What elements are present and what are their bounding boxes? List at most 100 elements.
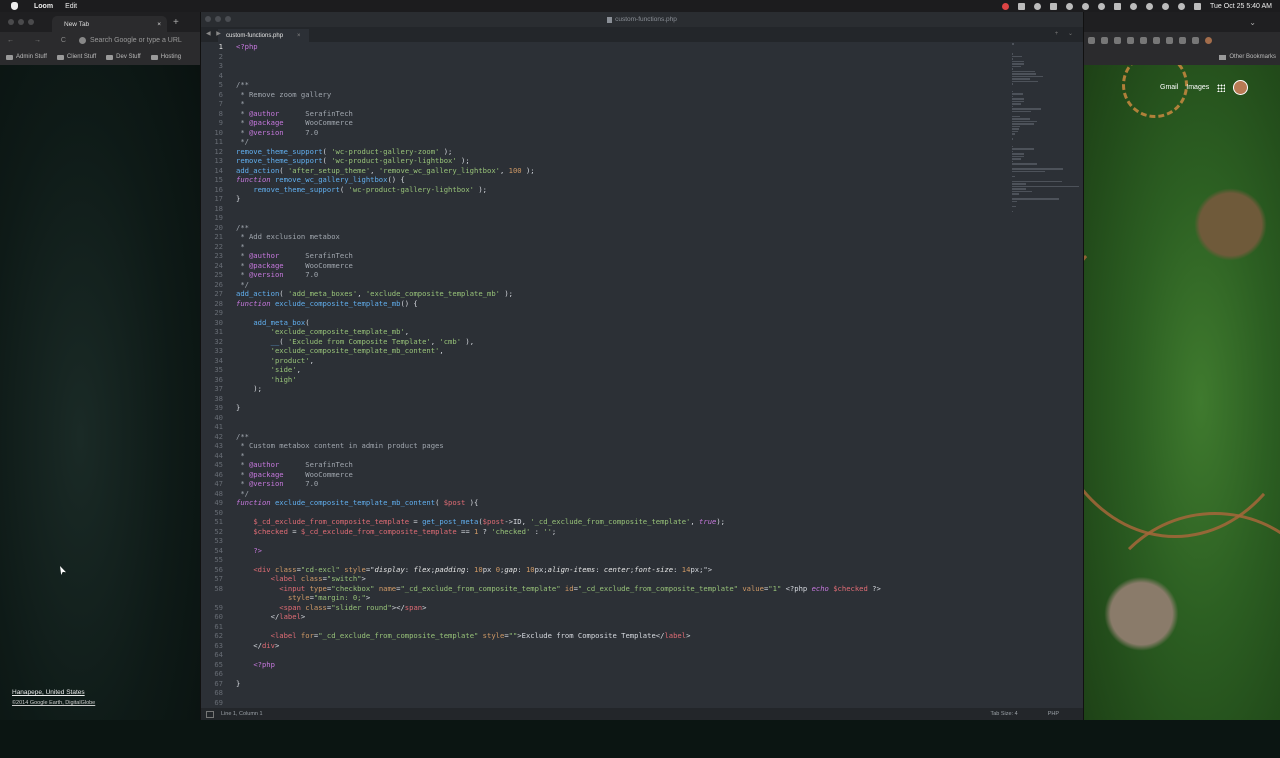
headphones-icon[interactable] [1130, 3, 1137, 10]
code-line[interactable]: 52 $checked = $_cd_exclude_from_composit… [201, 527, 1008, 537]
chevron-down-icon[interactable]: ⌄ [1249, 18, 1256, 27]
code-line[interactable]: 28function exclude_composite_template_mb… [201, 299, 1008, 309]
apps-grid-icon[interactable] [1217, 84, 1225, 92]
search-icon[interactable] [1178, 3, 1185, 10]
code-line[interactable]: 62 <label for="_cd_exclude_from_composit… [201, 631, 1008, 641]
extension-icon[interactable] [1114, 37, 1121, 44]
star-icon[interactable] [1101, 37, 1108, 44]
tab-nav-arrows[interactable]: ◀ ▶ [206, 30, 223, 37]
code-line[interactable]: 29 [201, 308, 1008, 318]
apple-icon[interactable] [11, 2, 18, 10]
code-line[interactable]: 37 ); [201, 384, 1008, 394]
earth-location-link[interactable]: Hanapepe, United States [12, 688, 95, 698]
profile-avatar[interactable] [1205, 37, 1212, 44]
bookmark-folder[interactable]: Client Stuff [57, 54, 96, 60]
cursor-position[interactable]: Line 1, Column 1 [221, 711, 263, 717]
code-line[interactable]: 16 remove_theme_support( 'wc-product-gal… [201, 185, 1008, 195]
code-line[interactable]: 51 $_cd_exclude_from_composite_template … [201, 517, 1008, 527]
code-line[interactable]: 64 [201, 650, 1008, 660]
moon-icon[interactable] [1098, 3, 1105, 10]
menubar-app-name[interactable]: Loom [34, 3, 53, 10]
window-icon[interactable] [1050, 3, 1057, 10]
code-line[interactable]: 48 */ [201, 489, 1008, 499]
code-line[interactable]: 18 [201, 204, 1008, 214]
code-line[interactable]: 58 <input type="checkbox" name="_cd_excl… [201, 584, 1008, 594]
code-line[interactable]: 24 * @package WooCommerce [201, 261, 1008, 271]
code-line[interactable]: 1<?php [201, 42, 1008, 52]
close-tab-icon[interactable]: × [297, 33, 301, 39]
code-line[interactable]: 4 [201, 71, 1008, 81]
code-line[interactable]: 63 </div> [201, 641, 1008, 651]
sidebar-toggle-icon[interactable] [206, 711, 214, 718]
code-line[interactable]: 57 <label class="switch"> [201, 574, 1008, 584]
code-line[interactable]: 6 * Remove zoom gallery [201, 90, 1008, 100]
code-line[interactable]: 42/** [201, 432, 1008, 442]
code-line[interactable]: 32 __( 'Exclude from Composite Template'… [201, 337, 1008, 347]
dropbox-icon[interactable] [1034, 3, 1041, 10]
sidebar-icon[interactable] [1192, 37, 1199, 44]
account-avatar[interactable] [1233, 80, 1248, 95]
code-line[interactable]: 12remove_theme_support( 'wc-product-gall… [201, 147, 1008, 157]
code-line[interactable]: 69 [201, 698, 1008, 708]
code-line[interactable]: 14add_action( 'after_setup_theme', 'remo… [201, 166, 1008, 176]
code-line[interactable]: 9 * @package WooCommerce [201, 118, 1008, 128]
extension-icon[interactable] [1166, 37, 1173, 44]
extension-icon[interactable] [1127, 37, 1134, 44]
code-line[interactable]: 17} [201, 194, 1008, 204]
menubar-edit[interactable]: Edit [65, 3, 77, 10]
code-line[interactable]: 7 * [201, 99, 1008, 109]
share-icon[interactable] [1088, 37, 1095, 44]
code-line[interactable]: 5/** [201, 80, 1008, 90]
gear-icon[interactable] [1082, 3, 1089, 10]
code-line[interactable]: 26 */ [201, 280, 1008, 290]
circle-icon[interactable] [1066, 3, 1073, 10]
close-window-button[interactable] [8, 19, 14, 25]
code-line[interactable]: 50 [201, 508, 1008, 518]
calendar-icon[interactable] [1114, 3, 1121, 10]
zoom-window-button[interactable] [225, 16, 231, 22]
extension-icon[interactable] [1153, 37, 1160, 44]
code-line[interactable]: 41 [201, 422, 1008, 432]
code-line[interactable]: 25 * @version 7.0 [201, 270, 1008, 280]
omnibox[interactable]: Search Google or type a URL [79, 37, 182, 44]
earth-copyright[interactable]: ©2014 Google Earth, DigitalGlobe [12, 698, 95, 708]
control-center-icon[interactable] [1194, 3, 1201, 10]
code-line[interactable]: 49function exclude_composite_template_mb… [201, 498, 1008, 508]
square-icon[interactable] [1018, 3, 1025, 10]
omnibox-placeholder[interactable]: Search Google or type a URL [90, 37, 182, 44]
code-line[interactable]: 35 'side', [201, 365, 1008, 375]
puzzle-icon[interactable] [1179, 37, 1186, 44]
code-line[interactable]: 23 * @author SerafinTech [201, 251, 1008, 261]
code-line[interactable]: 47 * @version 7.0 [201, 479, 1008, 489]
code-line[interactable]: 59 <span class="slider round"></span> [201, 603, 1008, 613]
code-line[interactable]: 13remove_theme_support( 'wc-product-gall… [201, 156, 1008, 166]
code-line[interactable]: 61 [201, 622, 1008, 632]
wifi-icon[interactable] [1162, 3, 1169, 10]
code-line[interactable]: 66 [201, 669, 1008, 679]
bookmark-folder[interactable]: Hosting [151, 54, 181, 60]
code-line[interactable]: 22 * [201, 242, 1008, 252]
record-icon[interactable] [1002, 3, 1009, 10]
bookmark-folder[interactable]: Dev Stuff [106, 54, 141, 60]
code-line[interactable]: 21 * Add exclusion metabox [201, 232, 1008, 242]
code-line[interactable]: 19 [201, 213, 1008, 223]
close-window-button[interactable] [205, 16, 211, 22]
code-line[interactable]: 30 add_meta_box( [201, 318, 1008, 328]
code-line[interactable]: 68 [201, 688, 1008, 698]
code-line[interactable]: 27add_action( 'add_meta_boxes', 'exclude… [201, 289, 1008, 299]
code-area[interactable]: 1<?php2345/**6 * Remove zoom gallery7 *8… [201, 42, 1008, 708]
code-line[interactable]: 3 [201, 61, 1008, 71]
code-line[interactable]: 44 * [201, 451, 1008, 461]
code-line[interactable]: 56 <div class="cd-excl" style="display: … [201, 565, 1008, 575]
code-line[interactable]: 60 </label> [201, 612, 1008, 622]
code-line[interactable]: 10 * @version 7.0 [201, 128, 1008, 138]
code-line[interactable]: 54 ?> [201, 546, 1008, 556]
code-line[interactable]: 8 * @author SerafinTech [201, 109, 1008, 119]
code-line[interactable]: 43 * Custom metabox content in admin pro… [201, 441, 1008, 451]
code-line[interactable]: 2 [201, 52, 1008, 62]
syntax-language[interactable]: PHP [1048, 711, 1059, 717]
code-line[interactable]: 67} [201, 679, 1008, 689]
code-line[interactable]: 31 'exclude_composite_template_mb', [201, 327, 1008, 337]
code-line[interactable]: 53 [201, 536, 1008, 546]
minimap[interactable] [1008, 42, 1082, 232]
